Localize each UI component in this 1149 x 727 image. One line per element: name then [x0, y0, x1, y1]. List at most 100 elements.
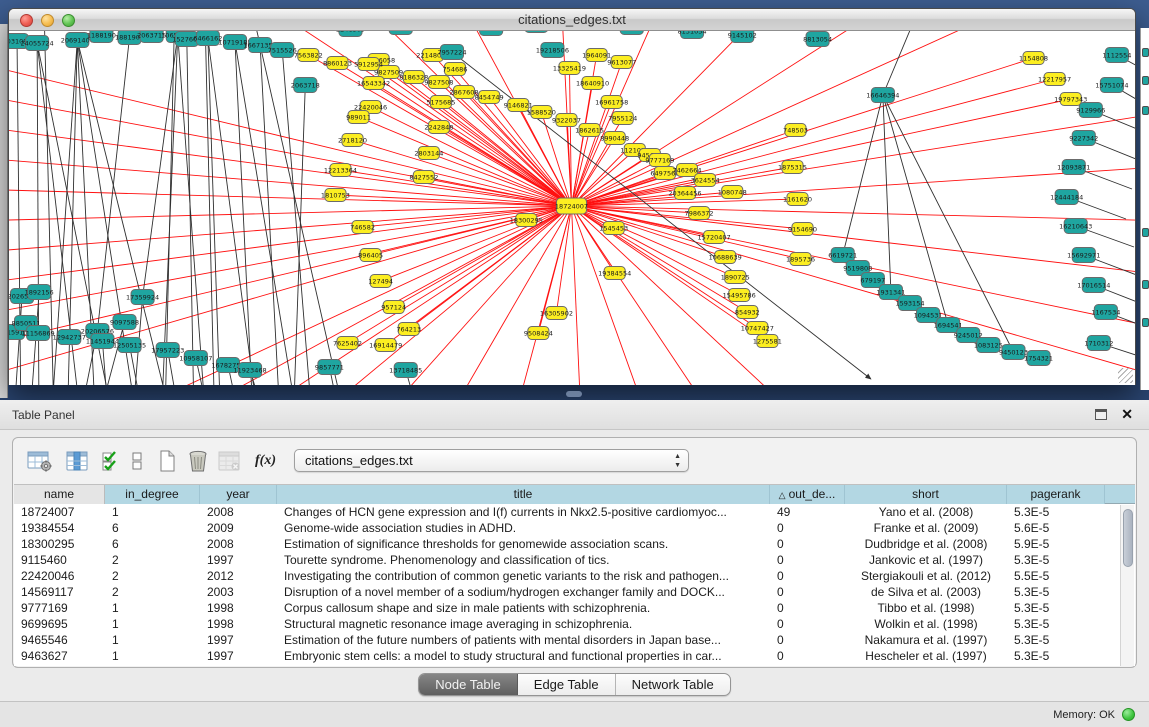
graph-node[interactable]: 9827508: [424, 76, 453, 89]
graph-node[interactable]: 12444184: [1050, 190, 1083, 205]
graph-node[interactable]: 15751074: [1095, 78, 1128, 93]
graph-node[interactable]: 16210643: [1059, 219, 1092, 234]
column-checklist-icon[interactable]: [101, 449, 119, 473]
graph-node[interactable]: 9145102: [728, 31, 757, 43]
graph-node[interactable]: 17016514: [1077, 278, 1110, 293]
graph-node[interactable]: 1890725: [721, 271, 750, 284]
table-select[interactable]: citations_edges.txt ▲▼: [294, 449, 689, 472]
graph-node[interactable]: 7957224: [437, 45, 466, 60]
column-header-year[interactable]: year: [200, 485, 277, 504]
table-row[interactable]: 1830029562008Estimation of significance …: [14, 536, 1135, 552]
graph-node[interactable]: 1080748: [718, 186, 747, 199]
graph-node[interactable]: 854932: [735, 306, 760, 319]
table-row[interactable]: 1456911722003Disruption of a novel membe…: [14, 584, 1135, 600]
table-row[interactable]: 911546021997Tourette syndrome. Phenomeno…: [14, 552, 1135, 568]
graph-node[interactable]: 9857771: [315, 360, 344, 375]
graph-node[interactable]: 7563822: [294, 49, 323, 62]
graph-node[interactable]: 1161620: [783, 193, 812, 206]
graph-node[interactable]: 5175685: [426, 96, 455, 109]
table-row[interactable]: 1872400712008Changes of HCN gene express…: [14, 504, 1135, 520]
window-resize-grip[interactable]: [1118, 368, 1133, 383]
graph-node[interactable]: 8813054: [803, 32, 832, 47]
graph-node[interactable]: 7515526: [268, 43, 297, 58]
table-settings-icon[interactable]: [27, 449, 53, 473]
close-panel-icon[interactable]: ✕: [1121, 406, 1133, 422]
graph-node[interactable]: 19218506: [536, 43, 569, 58]
table-row[interactable]: 946554611997Estimation of the future num…: [14, 632, 1135, 648]
graph-node[interactable]: 9227342: [1069, 131, 1098, 146]
graph-node[interactable]: 9129966: [1076, 103, 1105, 118]
graph-node[interactable]: 12213364: [324, 164, 357, 177]
new-file-icon[interactable]: [157, 449, 177, 473]
column-header-out_de[interactable]: △out_de...: [770, 485, 845, 504]
graph-node[interactable]: 9097588: [110, 315, 139, 330]
column-header-in_degree[interactable]: in_degree: [105, 485, 200, 504]
graph-node[interactable]: 12093871: [1057, 160, 1090, 175]
graph-node[interactable]: 9777169: [645, 154, 674, 167]
graph-node[interactable]: 13718485: [389, 363, 422, 378]
table-vertical-scrollbar[interactable]: [1120, 505, 1134, 666]
graph-node[interactable]: 1875315: [778, 161, 807, 174]
graph-node[interactable]: 2803144: [414, 147, 443, 160]
column-header-short[interactable]: short: [845, 485, 1007, 504]
graph-node[interactable]: 15692971: [1067, 248, 1100, 263]
graph-node[interactable]: 1188190: [87, 31, 116, 43]
graph-node[interactable]: 3624554: [691, 174, 720, 187]
graph-node[interactable]: 764213: [396, 323, 421, 336]
graph-node[interactable]: 5572301: [477, 31, 506, 36]
graph-node[interactable]: 15495786: [723, 289, 756, 302]
table-row[interactable]: 1938455462009Genome-wide association stu…: [14, 520, 1135, 536]
float-panel-icon[interactable]: [1095, 409, 1107, 420]
graph-node[interactable]: 2063718: [291, 78, 320, 93]
graph-node[interactable]: 8563043: [522, 31, 551, 33]
graph-node[interactable]: 8131054: [678, 31, 707, 39]
graph-node[interactable]: 2718120: [338, 134, 367, 147]
table-row[interactable]: 946362711997Embryonic stem cells: a mode…: [14, 648, 1135, 664]
column-header-name[interactable]: name: [14, 485, 105, 504]
select-columns-icon[interactable]: [65, 449, 89, 473]
graph-node[interactable]: 10688639: [709, 251, 742, 264]
graph-node[interactable]: 9154690: [788, 223, 817, 236]
graph-node[interactable]: 9613077: [607, 56, 636, 69]
graph-node[interactable]: 748503: [783, 124, 808, 137]
graph-node[interactable]: 1895736: [786, 253, 815, 266]
graph-node[interactable]: 7986372: [685, 207, 714, 220]
graph-node[interactable]: 11923468: [233, 363, 266, 378]
graph-node[interactable]: 1154808: [1019, 52, 1048, 65]
graph-node[interactable]: 12505135: [113, 338, 146, 353]
graph-node[interactable]: 746582: [350, 221, 375, 234]
graph-node[interactable]: 16914479: [369, 339, 402, 352]
network-window-titlebar[interactable]: citations_edges.txt: [9, 9, 1135, 31]
graph-node[interactable]: 7955124: [608, 112, 637, 125]
delete-rows-icon[interactable]: [187, 449, 209, 473]
graph-node[interactable]: 1112554: [1102, 48, 1131, 63]
graph-node[interactable]: 16961758: [595, 96, 628, 109]
rows-icon[interactable]: [131, 449, 143, 473]
graph-node[interactable]: 5328714: [617, 31, 646, 35]
graph-node[interactable]: 754686: [443, 63, 468, 76]
graph-node[interactable]: 896405: [358, 249, 383, 262]
network-canvas[interactable]: 1872400718226058982750916543342591295488…: [9, 31, 1135, 385]
function-icon[interactable]: f(x): [255, 453, 276, 469]
graph-hub-node[interactable]: 18724007: [555, 198, 588, 214]
graph-node[interactable]: 1810753: [321, 189, 350, 202]
graph-node[interactable]: 1275581: [753, 335, 782, 348]
graph-node[interactable]: 10747427: [741, 322, 774, 335]
table-row[interactable]: 969969511998Structural magnetic resonanc…: [14, 616, 1135, 632]
column-header-pagerank[interactable]: pagerank: [1007, 485, 1105, 504]
graph-node[interactable]: 1892156: [25, 285, 54, 300]
graph-node[interactable]: 5912954: [354, 58, 383, 71]
graph-node[interactable]: 16305902: [540, 307, 573, 320]
delete-table-icon[interactable]: [217, 449, 241, 473]
graph-node[interactable]: 8860123: [323, 57, 352, 70]
graph-node[interactable]: 2242848: [424, 121, 453, 134]
column-header-title[interactable]: title: [277, 485, 770, 504]
graph-node[interactable]: 9508424: [524, 327, 553, 340]
graph-node[interactable]: 12217957: [1038, 73, 1071, 86]
graph-node[interactable]: 10958107: [179, 351, 212, 366]
graph-node[interactable]: 18640910: [576, 77, 609, 90]
table-row[interactable]: 977716911998Corpus callosum shape and si…: [14, 600, 1135, 616]
graph-node[interactable]: 1916379: [386, 31, 415, 35]
graph-node[interactable]: 1167534: [1091, 305, 1120, 320]
graph-node[interactable]: 11156869: [22, 326, 55, 341]
